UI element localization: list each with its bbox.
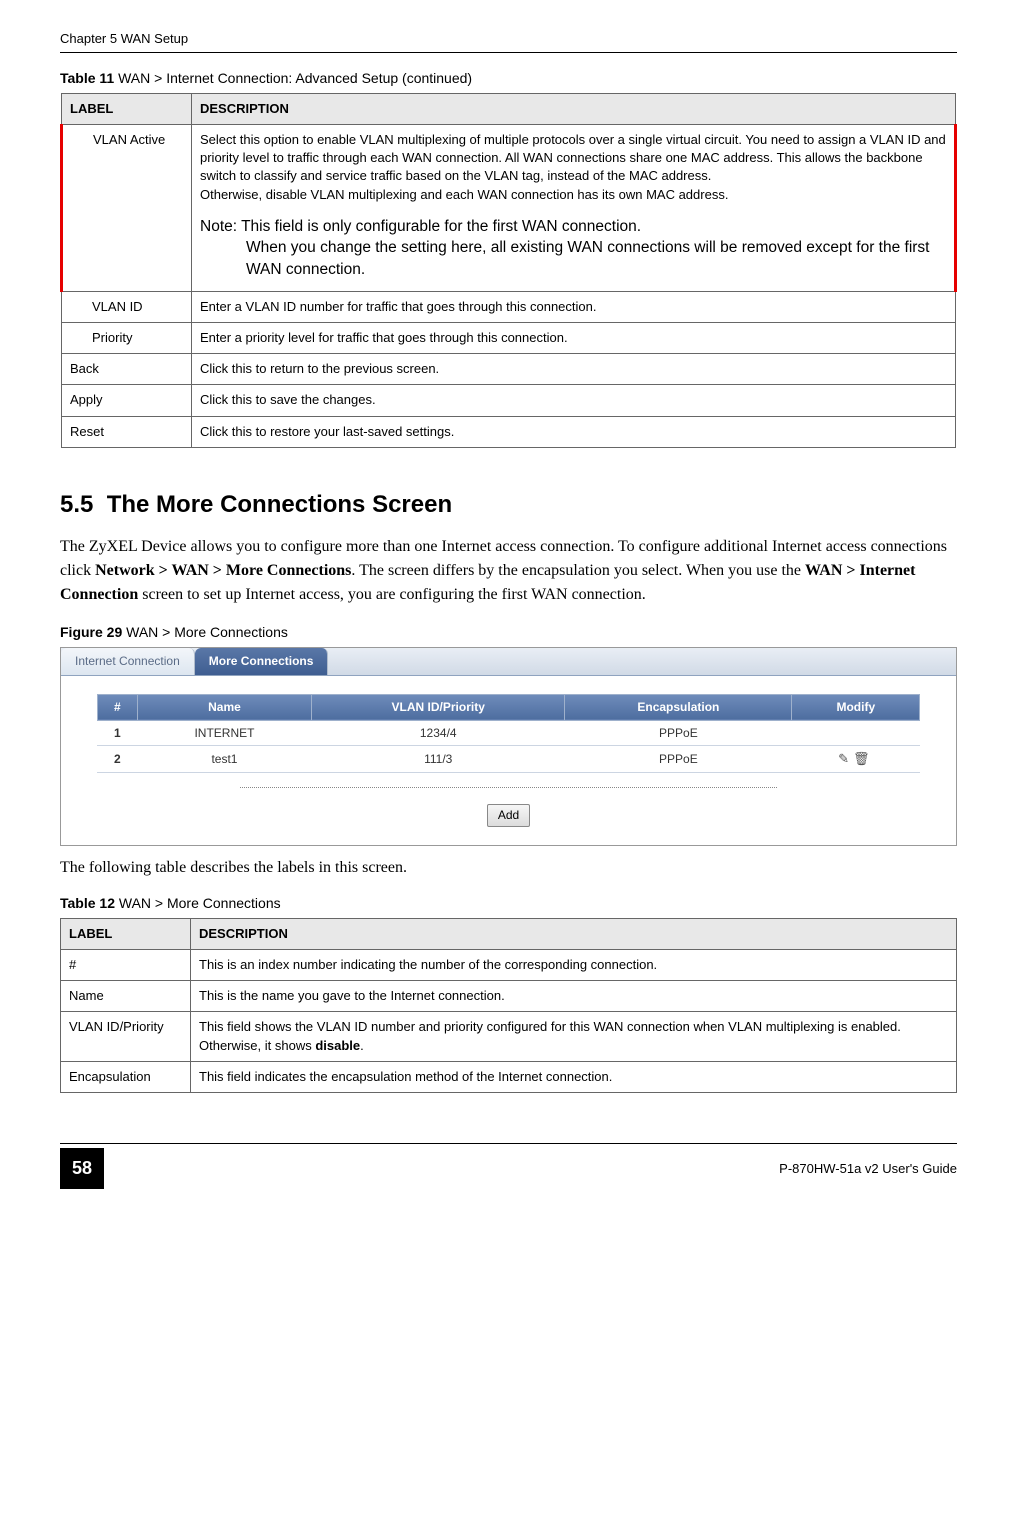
fig-col-num: # (97, 694, 137, 720)
table12-label: Encapsulation (61, 1061, 191, 1092)
table12-label: Name (61, 981, 191, 1012)
table12-row: Name This is the name you gave to the In… (61, 981, 957, 1012)
table11-label: VLAN Active (71, 132, 165, 147)
figure29-title: WAN > More Connections (122, 624, 288, 640)
table12-desc-text: This field shows the VLAN ID number and … (199, 1019, 901, 1052)
fig-col-modify: Modify (792, 694, 920, 720)
figure29-num: Figure 29 (60, 624, 122, 640)
table11-label: Back (62, 354, 192, 385)
fig-cell-name: INTERNET (137, 720, 311, 746)
table12-num: Table 12 (60, 895, 115, 911)
table12-caption: Table 12 WAN > More Connections (60, 894, 957, 914)
table11-row-apply: Apply Click this to save the changes. (62, 385, 956, 416)
table11-row-reset: Reset Click this to restore your last-sa… (62, 416, 956, 447)
fig-cell-modify (792, 720, 920, 746)
add-button[interactable]: Add (487, 804, 530, 827)
table11: LABEL DESCRIPTION VLAN Active Select thi… (60, 93, 957, 448)
table12-row: VLAN ID/Priority This field shows the VL… (61, 1012, 957, 1061)
fig-col-encap: Encapsulation (565, 694, 792, 720)
fig-cell-vlan: 1234/4 (312, 720, 565, 746)
table12-col-label: LABEL (61, 918, 191, 949)
edit-icon[interactable]: ✎ (838, 751, 853, 766)
para-part: . The screen differs by the encapsulatio… (351, 562, 805, 579)
table12: LABEL DESCRIPTION # This is an index num… (60, 918, 957, 1093)
section-title: The More Connections Screen (107, 491, 452, 518)
table11-desc-p1: Select this option to enable VLAN multip… (200, 132, 946, 183)
section-heading: 5.5 The More Connections Screen (60, 488, 957, 522)
fig-cell-num: 1 (97, 720, 137, 746)
page-header: Chapter 5 WAN Setup (60, 30, 957, 53)
table11-desc-p2: Otherwise, disable VLAN multiplexing and… (200, 187, 728, 202)
table11-desc: Enter a VLAN ID number for traffic that … (192, 291, 956, 322)
table11-title: WAN > Internet Connection: Advanced Setu… (114, 70, 472, 86)
table11-row-priority: Priority Enter a priority level for traf… (62, 322, 956, 353)
table11-desc: Click this to save the changes. (192, 385, 956, 416)
tabbar: Internet Connection More Connections (61, 648, 956, 676)
para-bold: Network > WAN > More Connections (95, 562, 351, 579)
chapter-title: Chapter 5 WAN Setup (60, 30, 188, 48)
table11-desc: Enter a priority level for traffic that … (192, 322, 956, 353)
table11-note-rest: When you change the setting here, all ex… (200, 237, 946, 280)
table11-row-vlan-id: VLAN ID Enter a VLAN ID number for traff… (62, 291, 956, 322)
fig-cell-num: 2 (97, 746, 137, 773)
table11-caption: Table 11 WAN > Internet Connection: Adva… (60, 69, 957, 89)
table11-row-vlan-active: VLAN Active Select this option to enable… (62, 124, 956, 291)
table11-col-label: LABEL (62, 93, 192, 124)
table11-label: Priority (70, 330, 132, 345)
table12-label: # (61, 950, 191, 981)
figure29-caption: Figure 29 WAN > More Connections (60, 623, 957, 643)
section-number: 5.5 (60, 491, 93, 518)
table11-note-lead: Note: This field is only configurable fo… (200, 218, 641, 235)
table12-row: # This is an index number indicating the… (61, 950, 957, 981)
table11-label: Apply (62, 385, 192, 416)
guide-name: P-870HW-51a v2 User's Guide (779, 1160, 957, 1178)
fig-cell-encap: PPPoE (565, 720, 792, 746)
fig-cell-encap: PPPoE (565, 746, 792, 773)
para-part: screen to set up Internet access, you ar… (138, 586, 646, 603)
section-paragraph: The ZyXEL Device allows you to configure… (60, 535, 957, 607)
table12-desc: This field indicates the encapsulation m… (191, 1061, 957, 1092)
fig-col-vlan: VLAN ID/Priority (312, 694, 565, 720)
table12-desc: This is the name you gave to the Interne… (191, 981, 957, 1012)
table11-col-desc: DESCRIPTION (192, 93, 956, 124)
table12-title: WAN > More Connections (115, 895, 281, 911)
figure29-screenshot: Internet Connection More Connections # N… (60, 647, 957, 846)
table11-num: Table 11 (60, 70, 114, 86)
tab-internet-connection[interactable]: Internet Connection (61, 648, 195, 675)
fig-cell-vlan: 111/3 (312, 746, 565, 773)
tab-more-connections[interactable]: More Connections (195, 648, 329, 675)
page-footer: 58 P-870HW-51a v2 User's Guide (60, 1143, 957, 1189)
paragraph-after-figure: The following table describes the labels… (60, 856, 957, 880)
figure29-table: # Name VLAN ID/Priority Encapsulation Mo… (97, 694, 920, 774)
fig-row: 2 test1 111/3 PPPoE ✎🗑 (97, 746, 919, 773)
divider (240, 787, 777, 788)
add-button-row: Add (61, 804, 956, 827)
table12-desc: This is an index number indicating the n… (191, 950, 957, 981)
fig-col-name: Name (137, 694, 311, 720)
table12-desc: This field shows the VLAN ID number and … (191, 1012, 957, 1061)
table11-label: Reset (62, 416, 192, 447)
page-number: 58 (60, 1148, 104, 1189)
table11-desc: Click this to return to the previous scr… (192, 354, 956, 385)
table12-label: VLAN ID/Priority (61, 1012, 191, 1061)
table11-desc: Click this to restore your last-saved se… (192, 416, 956, 447)
table12-col-desc: DESCRIPTION (191, 918, 957, 949)
table12-row: Encapsulation This field indicates the e… (61, 1061, 957, 1092)
table11-label: VLAN ID (70, 299, 143, 314)
fig-row: 1 INTERNET 1234/4 PPPoE (97, 720, 919, 746)
fig-cell-modify: ✎🗑 (792, 746, 920, 773)
delete-icon[interactable]: 🗑 (853, 751, 874, 766)
fig-cell-name: test1 (137, 746, 311, 773)
table11-note: Note: This field is only configurable fo… (200, 216, 946, 281)
table11-row-back: Back Click this to return to the previou… (62, 354, 956, 385)
